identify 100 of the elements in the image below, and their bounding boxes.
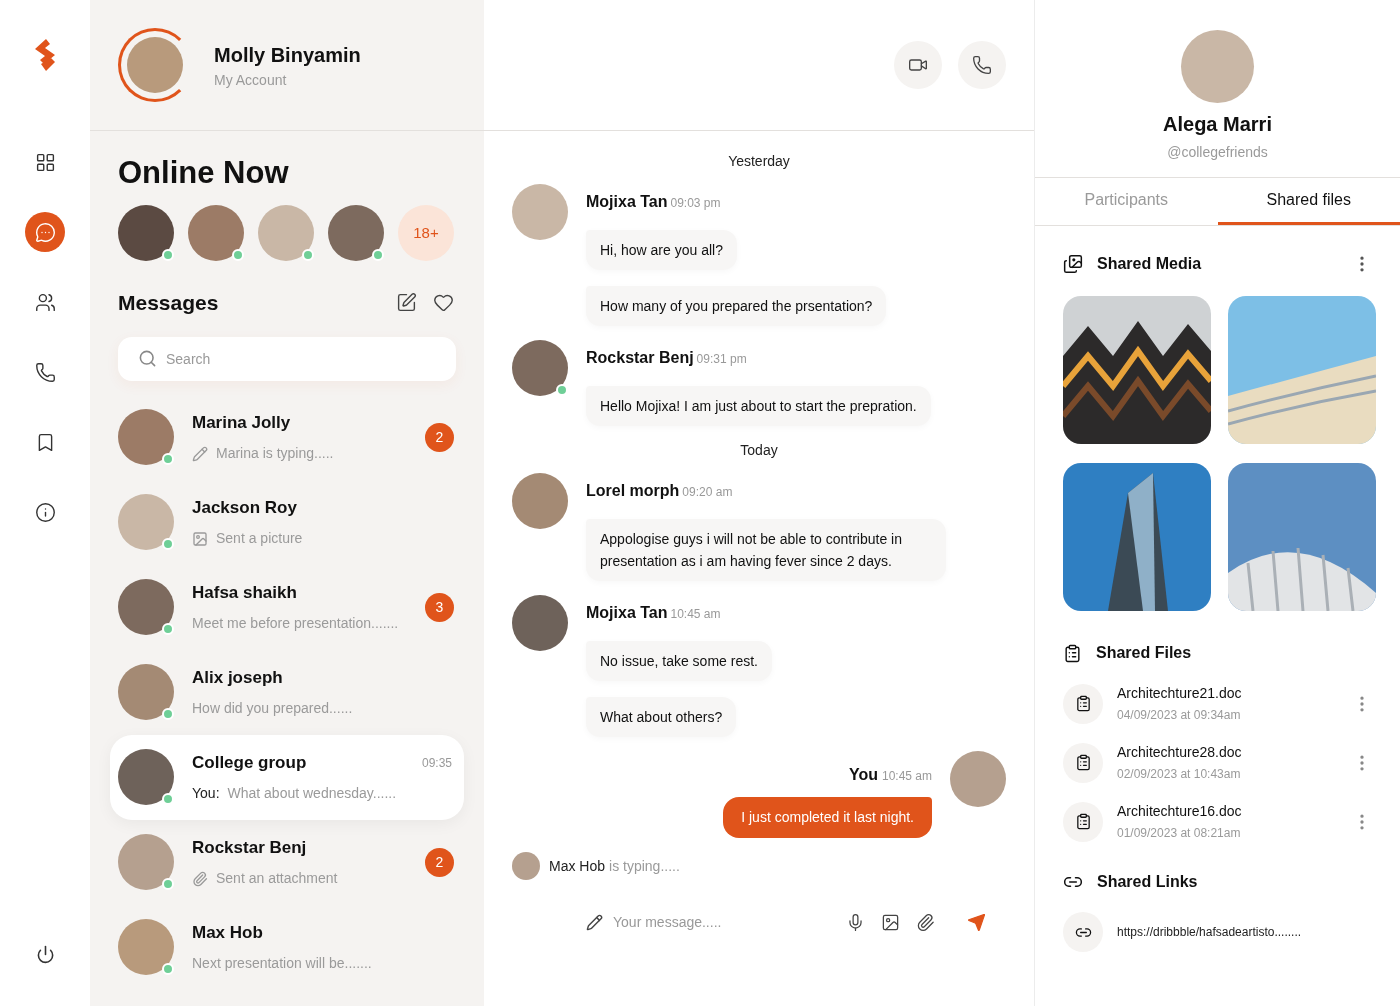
avatar bbox=[118, 834, 174, 890]
sender-name: Lorel morph bbox=[586, 481, 680, 501]
document-icon bbox=[1063, 643, 1082, 663]
sent-message-bubble: I just completed it last night. bbox=[723, 797, 932, 838]
shared-link[interactable]: https://dribbble/hafsadeartisto........ bbox=[1117, 923, 1302, 941]
message-preview: Marina is typing..... bbox=[216, 444, 334, 464]
message-time: 10:45 am bbox=[881, 768, 932, 785]
contact-name: College group bbox=[192, 751, 307, 774]
search-icon bbox=[138, 348, 157, 368]
message-bubble: Appologise guys i will not be able to contribute in presentation as i am having fever since 2 days. bbox=[586, 519, 946, 581]
avatar bbox=[118, 749, 174, 805]
message-preview: Meet me before presentation....... bbox=[192, 614, 399, 634]
avatar bbox=[188, 205, 244, 261]
phone-icon bbox=[972, 55, 992, 75]
avatar bbox=[118, 409, 174, 465]
messages-title: Messages bbox=[118, 290, 219, 316]
message-time: 09:35 bbox=[421, 754, 453, 772]
sender-prefix: You: bbox=[192, 784, 220, 804]
avatar bbox=[118, 919, 174, 975]
document-icon bbox=[1063, 683, 1103, 724]
message-bubble: Hi, how are you all? bbox=[586, 230, 737, 270]
contact-handle: @collegefriends bbox=[1167, 143, 1268, 162]
compose-icon[interactable] bbox=[396, 292, 417, 314]
message-preview: Next presentation will be....... bbox=[192, 954, 372, 974]
contact-name: Rockstar Benj bbox=[192, 836, 307, 859]
avatar bbox=[118, 205, 174, 261]
sender-name: You bbox=[848, 765, 878, 785]
avatar bbox=[127, 37, 183, 93]
message-bubble: No issue, take some rest. bbox=[586, 641, 772, 681]
tab[interactable]: Shared files bbox=[1217, 178, 1400, 225]
conversation-item[interactable]: College group 09:35 You: What about wednesday...... bbox=[110, 734, 464, 820]
pencil-icon bbox=[192, 445, 208, 462]
sender-name: Mojixa Tan bbox=[586, 192, 668, 212]
conversation-item[interactable]: Rockstar Benj Sent an attachment 2 bbox=[110, 819, 464, 905]
message-preview: Sent an attachment bbox=[216, 869, 338, 889]
file-date: 04/09/2023 at 09:34am bbox=[1117, 707, 1242, 724]
sender-name: Mojixa Tan bbox=[586, 603, 668, 623]
send-icon[interactable] bbox=[967, 913, 986, 932]
photo-placeholder[interactable] bbox=[1063, 463, 1211, 611]
contact-name: Alix joseph bbox=[192, 666, 283, 689]
message-preview: How did you prepared...... bbox=[192, 699, 353, 719]
file-item[interactable]: Architechture16.doc 01/09/2023 at 08:21am bbox=[1063, 801, 1372, 842]
message-time: 09:31 pm bbox=[696, 351, 747, 368]
file-name: Architechture28.doc bbox=[1117, 743, 1243, 762]
conversation-item[interactable]: Max Hob Next presentation will be....... bbox=[110, 904, 464, 990]
section-title: Shared Links bbox=[1097, 872, 1198, 892]
contact-name: Alega Marri bbox=[1163, 112, 1272, 137]
sender-name: Rockstar Benj bbox=[586, 348, 694, 368]
contact-name: Max Hob bbox=[192, 921, 263, 944]
file-date: 01/09/2023 at 08:21am bbox=[1117, 825, 1242, 842]
pencil-icon bbox=[586, 914, 603, 931]
message-bubble: Hello Mojixa! I am just about to start the prepration. bbox=[586, 386, 931, 426]
image-icon bbox=[192, 530, 208, 547]
conversation-item[interactable]: Jackson Roy Sent a picture bbox=[110, 479, 464, 565]
file-name: Architechture21.doc bbox=[1117, 684, 1243, 703]
file-date: 02/09/2023 at 10:43am bbox=[1117, 766, 1242, 783]
message-time: 09:20 am bbox=[682, 484, 733, 501]
contact-name: Hafsa shaikh bbox=[192, 581, 297, 604]
video-call-button[interactable] bbox=[894, 41, 942, 89]
message-bubble: What about others? bbox=[586, 697, 737, 737]
message-time: 10:45 am bbox=[670, 606, 721, 623]
typing-name: Max Hob bbox=[549, 856, 606, 876]
conversation-item[interactable]: Marina Jolly Marina is typing..... 2 bbox=[110, 394, 464, 480]
section-title: Shared Media bbox=[1097, 254, 1202, 274]
unread-count: 3 bbox=[425, 592, 454, 622]
voice-call-button[interactable] bbox=[958, 41, 1006, 89]
file-name: Architechture16.doc bbox=[1117, 802, 1243, 821]
message-preview: Sent a picture bbox=[216, 529, 303, 549]
unread-count: 2 bbox=[425, 422, 454, 452]
typing-indicator: is typing..... bbox=[609, 856, 680, 876]
avatar bbox=[258, 205, 314, 261]
image-icon[interactable] bbox=[881, 913, 900, 932]
day-divider: Today bbox=[740, 441, 778, 460]
microphone-icon[interactable] bbox=[846, 913, 865, 932]
avatar bbox=[118, 579, 174, 635]
photo-placeholder[interactable] bbox=[1063, 296, 1211, 444]
paperclip-icon bbox=[192, 870, 208, 887]
chat-icon[interactable] bbox=[25, 212, 65, 252]
file-item[interactable]: Architechture21.doc 04/09/2023 at 09:34am bbox=[1063, 683, 1372, 724]
file-item[interactable]: Architechture28.doc 02/09/2023 at 10:43am bbox=[1063, 742, 1372, 783]
message-bubble: How many of you prepared the prsentation? bbox=[586, 286, 887, 326]
online-now-title: Online Now bbox=[118, 154, 290, 192]
document-icon bbox=[1063, 742, 1103, 783]
avatar bbox=[118, 664, 174, 720]
link-icon bbox=[1063, 912, 1103, 952]
message-preview: What about wednesday...... bbox=[227, 784, 397, 804]
day-divider: Yesterday bbox=[728, 152, 790, 171]
avatar bbox=[512, 852, 540, 880]
conversation-item[interactable]: Alix joseph How did you prepared...... bbox=[110, 649, 464, 735]
paperclip-icon[interactable] bbox=[916, 913, 935, 932]
message-input[interactable]: Your message..... bbox=[613, 912, 836, 933]
document-icon bbox=[1063, 801, 1103, 842]
account-name: Molly Binyamin bbox=[214, 42, 361, 68]
image-icon bbox=[1063, 254, 1083, 274]
search-field[interactable]: Search bbox=[118, 336, 456, 381]
contact-name: Marina Jolly bbox=[192, 411, 291, 434]
avatar bbox=[118, 494, 174, 550]
power-icon[interactable] bbox=[35, 945, 55, 964]
heart-icon[interactable] bbox=[433, 292, 454, 314]
conversation-item[interactable]: Hafsa shaikh Meet me before presentation....... 3 bbox=[110, 564, 464, 650]
